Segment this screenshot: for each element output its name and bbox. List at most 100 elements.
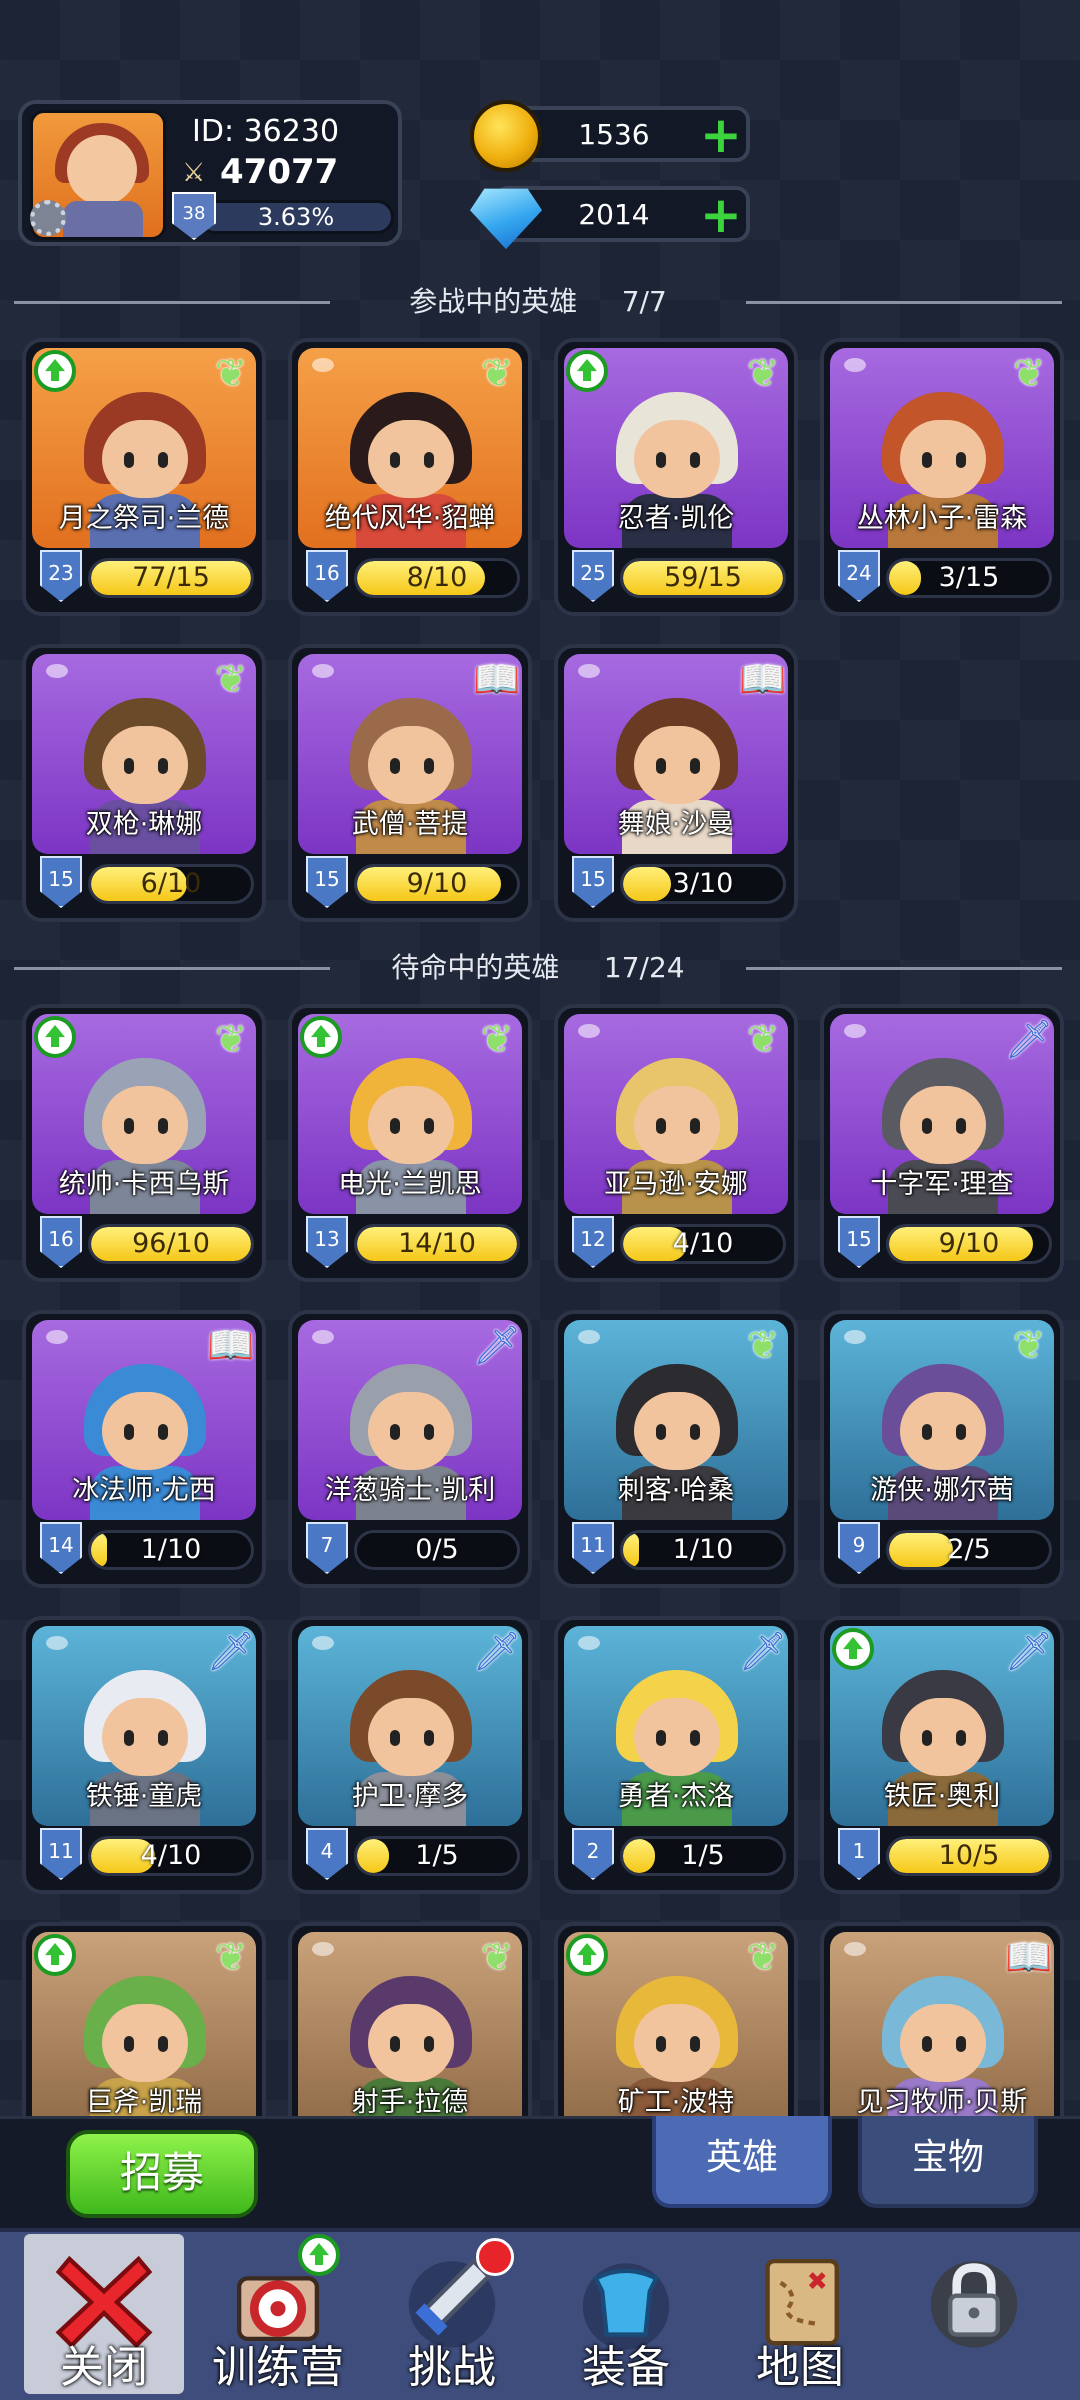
wing-icon: ❦ — [1013, 1323, 1045, 1367]
hero-shard-count: 1/10 — [672, 1534, 734, 1565]
dagger-icon: 🗡 — [472, 1323, 522, 1367]
settings-gear-icon[interactable] — [30, 200, 66, 236]
nav-close-button[interactable]: 关闭 — [24, 2234, 184, 2394]
hero-name: 电光·兰凯思 — [338, 1169, 482, 1200]
hero-shard-bar: 4/10 — [88, 1836, 254, 1876]
combat-power-icon: ⚔ — [182, 158, 206, 188]
hero-name: 舞娘·沙曼 — [617, 809, 735, 840]
hero-shard-bar: 14/10 — [354, 1224, 520, 1264]
hero-card[interactable]: ❦ 月之祭司·兰德 23 77/15 — [22, 338, 266, 616]
hero-name: 铁匠·奥利 — [883, 1781, 1001, 1812]
hero-name: 勇者·杰洛 — [617, 1781, 735, 1812]
hero-level-badge: 2 — [572, 1828, 614, 1880]
nav-map-button[interactable]: 地图 — [720, 2234, 880, 2394]
hero-name: 武僧·菩提 — [351, 809, 469, 840]
hero-level-badge: 15 — [40, 856, 82, 908]
hero-level-badge: 24 — [838, 550, 880, 602]
wing-icon: ❦ — [747, 351, 779, 395]
close-icon — [55, 2255, 153, 2349]
combat-power: 47077 — [220, 152, 339, 192]
hero-name: 刺客·哈桑 — [617, 1475, 735, 1506]
xp-percent: 3.63% — [257, 203, 335, 231]
hero-card[interactable]: ❦ 双枪·琳娜 15 6/10 — [22, 644, 266, 922]
hero-level-badge: 23 — [40, 550, 82, 602]
nav-label: 装备 — [582, 2342, 670, 2393]
hero-name: 游侠·娜尔茜 — [870, 1475, 1014, 1506]
hero-shard-bar: 1/10 — [620, 1530, 786, 1570]
recruit-button[interactable]: 招募 — [66, 2130, 258, 2218]
dagger-icon: 🗡 — [1004, 1629, 1054, 1673]
hero-shard-count: 0/5 — [415, 1534, 459, 1565]
hero-shard-count: 14/10 — [398, 1228, 476, 1259]
hero-shard-count: 2/5 — [947, 1534, 991, 1565]
hero-name: 亚马逊·安娜 — [604, 1169, 748, 1200]
wing-icon: ❦ — [747, 1017, 779, 1061]
gem-amount: 2014 — [578, 198, 650, 231]
active-heroes-header: 参战中的英雄 7/7 — [14, 282, 1062, 322]
hero-card[interactable]: 📖 冰法师·尤西 14 1/10 — [22, 1310, 266, 1588]
hero-card[interactable]: 📖 武僧·菩提 15 9/10 — [288, 644, 532, 922]
nav-label: 关闭 — [60, 2342, 148, 2393]
hero-card[interactable]: ❦ 刺客·哈桑 11 1/10 — [554, 1310, 798, 1588]
wing-icon: ❦ — [481, 1935, 513, 1979]
hero-card[interactable]: 🗡 勇者·杰洛 2 1/5 — [554, 1616, 798, 1894]
nav-label: 训练营 — [212, 2342, 344, 2393]
wing-icon: ❦ — [215, 351, 247, 395]
hero-name: 月之祭司·兰德 — [58, 503, 230, 534]
player-id: ID: 36230 — [192, 114, 340, 149]
hero-name: 洋葱骑士·凯利 — [324, 1475, 496, 1506]
upgrade-arrow-icon — [34, 1016, 76, 1058]
hero-name: 冰法师·尤西 — [72, 1475, 216, 1506]
hero-shard-bar: 0/5 — [354, 1530, 520, 1570]
add-gems-button[interactable]: + — [700, 190, 742, 240]
add-gold-button[interactable]: + — [700, 110, 742, 160]
hero-shard-count: 8/10 — [406, 562, 468, 593]
hero-level-badge: 9 — [838, 1522, 880, 1574]
hero-level-badge: 13 — [306, 1216, 348, 1268]
hero-name: 绝代风华·貂蝉 — [324, 503, 496, 534]
nav-challenge-button[interactable]: 挑战 — [372, 2234, 532, 2394]
hero-card[interactable]: ❦ 丛林小子·雷森 24 3/15 — [820, 338, 1064, 616]
player-panel[interactable]: ID: 36230 ⚔ 47077 38 3.63% — [18, 100, 402, 246]
gold-amount: 1536 — [578, 118, 650, 151]
hero-card[interactable]: 🗡 铁匠·奥利 1 10/5 — [820, 1616, 1064, 1894]
hero-card[interactable]: ❦ 忍者·凯伦 25 59/15 — [554, 338, 798, 616]
hero-card[interactable]: 🗡 十字军·理查 15 9/10 — [820, 1004, 1064, 1282]
book-icon: 📖 — [739, 657, 787, 701]
upgrade-arrow-icon — [300, 1016, 342, 1058]
hero-shard-count: 1/10 — [140, 1534, 202, 1565]
nav-label: 挑战 — [408, 2342, 496, 2393]
nav-locked-button[interactable] — [894, 2234, 1054, 2394]
hero-card[interactable]: ❦ 电光·兰凯思 13 14/10 — [288, 1004, 532, 1282]
hero-shard-bar: 1/5 — [354, 1836, 520, 1876]
book-icon: 📖 — [473, 657, 521, 701]
hero-shard-count: 4/10 — [140, 1840, 202, 1871]
wing-icon: ❦ — [215, 1935, 247, 1979]
xp-bar: 3.63% — [198, 200, 394, 234]
wing-icon: ❦ — [481, 351, 513, 395]
hero-card[interactable]: ❦ 统帅·卡西乌斯 16 96/10 — [22, 1004, 266, 1282]
hero-card[interactable]: 🗡 洋葱骑士·凯利 7 0/5 — [288, 1310, 532, 1588]
hero-card[interactable]: 📖 舞娘·沙曼 15 3/10 — [554, 644, 798, 922]
hero-level-badge: 14 — [40, 1522, 82, 1574]
nav-training-button[interactable]: 训练营 — [198, 2234, 358, 2394]
tab-heroes[interactable]: 英雄 — [652, 2116, 832, 2208]
hero-card[interactable]: 🗡 铁锤·童虎 11 4/10 — [22, 1616, 266, 1894]
hero-shard-count: 4/10 — [672, 1228, 734, 1259]
hero-card[interactable]: ❦ 游侠·娜尔茜 9 2/5 — [820, 1310, 1064, 1588]
hero-shard-bar: 3/15 — [886, 558, 1052, 598]
tab-treasure[interactable]: 宝物 — [858, 2116, 1038, 2208]
hero-shard-count: 1/5 — [415, 1840, 459, 1871]
hero-card[interactable]: ❦ 绝代风华·貂蝉 16 8/10 — [288, 338, 532, 616]
hero-shard-bar: 1/5 — [620, 1836, 786, 1876]
hero-level-badge: 25 — [572, 550, 614, 602]
hero-card[interactable]: ❦ 亚马逊·安娜 12 4/10 — [554, 1004, 798, 1282]
section-count: 17/24 — [603, 951, 685, 984]
nav-equipment-button[interactable]: 装备 — [546, 2234, 706, 2394]
hero-card[interactable]: 🗡 护卫·摩多 4 1/5 — [288, 1616, 532, 1894]
wing-icon: ❦ — [1013, 351, 1045, 395]
wing-icon: ❦ — [747, 1935, 779, 1979]
hero-shard-count: 9/10 — [406, 868, 468, 899]
lock-icon — [930, 2261, 1018, 2348]
section-title: 待命中的英雄 — [391, 951, 560, 984]
